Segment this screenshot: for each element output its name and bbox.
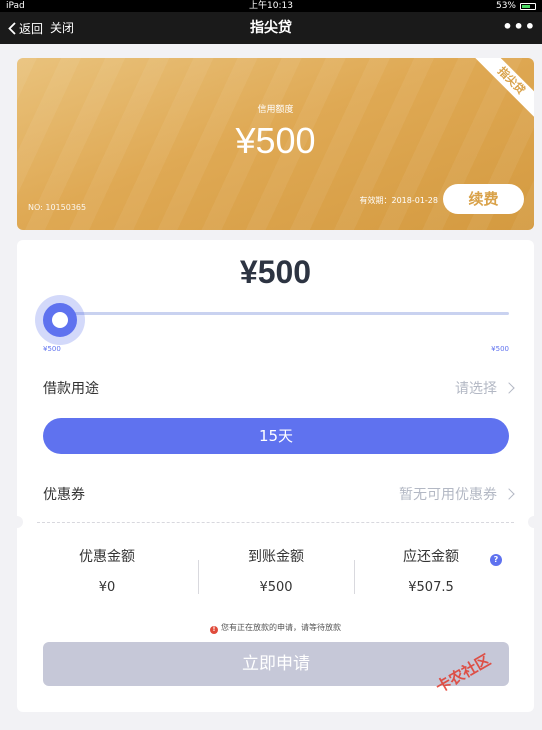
coupon-value: 暂无可用优惠券 xyxy=(399,487,497,503)
coupon-row[interactable]: 优惠券 暂无可用优惠券 xyxy=(43,484,515,504)
chevron-right-icon xyxy=(503,488,515,500)
summary-repay: 应还金额 ¥507.5 xyxy=(351,546,511,595)
amount-summary: 优惠金额 ¥0 到账金额 ¥500 应还金额 ¥507.5 xyxy=(17,546,534,606)
credit-limit-label: 信用额度 xyxy=(257,105,294,115)
status-time: 上午10:13 xyxy=(249,1,293,11)
more-menu-icon[interactable]: ••• xyxy=(502,12,536,44)
purpose-select[interactable]: 请选择 xyxy=(455,378,515,398)
credit-card: 指尖贷 信用额度 ¥500 NO: 10150365 有效期：2018-01-2… xyxy=(17,58,534,230)
slider-max-label: ¥500 xyxy=(491,345,509,353)
coupon-select[interactable]: 暂无可用优惠券 xyxy=(399,484,515,504)
nav-bar: 返回 关闭 指尖贷 ••• xyxy=(0,12,542,44)
page-title: 指尖贷 xyxy=(250,20,292,36)
status-right: 53% xyxy=(496,0,536,12)
warning-icon: ! xyxy=(210,626,218,634)
status-bar: iPad 上午10:13 53% xyxy=(0,0,542,12)
validity-date: 有效期：2018-01-28 xyxy=(359,196,439,205)
battery-percent: 53% xyxy=(495,1,516,11)
card-number: NO: 10150365 xyxy=(28,203,87,212)
summary-value: ¥0 xyxy=(98,580,116,595)
purpose-value: 请选择 xyxy=(455,381,497,397)
notice-text: 您有正在放款的申请，请等待放款 xyxy=(221,623,341,632)
ticket-notch-left xyxy=(11,516,23,528)
ticket-notch-right xyxy=(528,516,540,528)
amount-slider-track[interactable] xyxy=(60,312,509,315)
loan-notice: ! 您有正在放款的申请，请等待放款 xyxy=(17,622,534,634)
summary-received: 到账金额 ¥500 xyxy=(196,546,356,595)
summary-title: 优惠金额 xyxy=(79,549,135,565)
renew-button[interactable]: 续费 xyxy=(443,184,524,214)
purpose-row[interactable]: 借款用途 请选择 xyxy=(43,378,515,398)
summary-title: 到账金额 xyxy=(248,549,304,565)
term-button[interactable]: 15天 xyxy=(43,418,509,454)
summary-value: ¥500 xyxy=(259,580,293,595)
purpose-label: 借款用途 xyxy=(43,381,99,397)
credit-limit-amount: ¥500 xyxy=(235,120,316,161)
summary-title: 应还金额 xyxy=(403,549,459,565)
loan-amount: ¥500 xyxy=(239,254,312,290)
chevron-right-icon xyxy=(503,382,515,394)
amount-slider-handle[interactable] xyxy=(43,303,77,337)
coupon-label: 优惠券 xyxy=(43,487,85,503)
battery-icon xyxy=(520,2,536,10)
summary-value: ¥507.5 xyxy=(408,580,454,595)
loan-panel: ¥500 ¥500 ¥500 借款用途 请选择 15天 优惠券 暂无可用优惠券 … xyxy=(11,240,540,712)
help-icon[interactable]: ? xyxy=(490,554,502,566)
divider xyxy=(37,522,514,523)
slider-min-label: ¥500 xyxy=(43,345,61,353)
summary-discount: 优惠金额 ¥0 xyxy=(27,546,187,595)
